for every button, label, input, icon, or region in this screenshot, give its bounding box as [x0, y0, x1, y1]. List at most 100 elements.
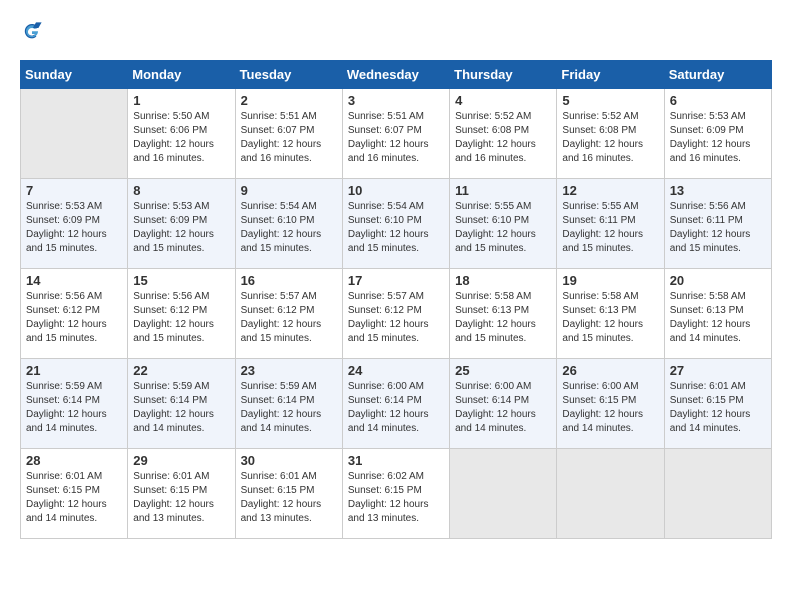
calendar-cell: 9 Sunrise: 5:54 AMSunset: 6:10 PMDaylight… — [235, 179, 342, 269]
day-number: 20 — [670, 273, 766, 288]
calendar-cell: 31 Sunrise: 6:02 AMSunset: 6:15 PMDayligh… — [342, 449, 449, 539]
calendar-cell: 30 Sunrise: 6:01 AMSunset: 6:15 PMDayligh… — [235, 449, 342, 539]
day-number: 27 — [670, 363, 766, 378]
calendar-cell — [557, 449, 664, 539]
weekday-header-thursday: Thursday — [450, 61, 557, 89]
calendar-cell: 5 Sunrise: 5:52 AMSunset: 6:08 PMDaylight… — [557, 89, 664, 179]
day-number: 28 — [26, 453, 122, 468]
day-info: Sunrise: 5:55 AMSunset: 6:10 PMDaylight:… — [455, 200, 551, 256]
day-number: 26 — [562, 363, 658, 378]
day-info: Sunrise: 6:00 AMSunset: 6:14 PMDaylight:… — [348, 380, 444, 436]
calendar-cell: 19 Sunrise: 5:58 AMSunset: 6:13 PMDayligh… — [557, 269, 664, 359]
day-number: 4 — [455, 93, 551, 108]
day-info: Sunrise: 5:53 AMSunset: 6:09 PMDaylight:… — [133, 200, 229, 256]
calendar-cell: 21 Sunrise: 5:59 AMSunset: 6:14 PMDayligh… — [21, 359, 128, 449]
calendar-cell: 1Sunrise: 5:50 AMSunset: 6:06 PMDaylight… — [128, 89, 235, 179]
day-number: 7 — [26, 183, 122, 198]
calendar-cell: 24 Sunrise: 6:00 AMSunset: 6:14 PMDayligh… — [342, 359, 449, 449]
day-info: Sunrise: 5:58 AMSunset: 6:13 PMDaylight:… — [455, 290, 551, 346]
calendar-cell: 15Sunrise: 5:56 AMSunset: 6:12 PMDayligh… — [128, 269, 235, 359]
day-number: 23 — [241, 363, 337, 378]
day-number: 5 — [562, 93, 658, 108]
day-info: Sunrise: 5:54 AMSunset: 6:10 PMDaylight:… — [348, 200, 444, 256]
calendar-cell: 26 Sunrise: 6:00 AMSunset: 6:15 PMDayligh… — [557, 359, 664, 449]
calendar-cell: 16 Sunrise: 5:57 AMSunset: 6:12 PMDayligh… — [235, 269, 342, 359]
calendar-cell — [21, 89, 128, 179]
calendar-cell: 8Sunrise: 5:53 AMSunset: 6:09 PMDaylight… — [128, 179, 235, 269]
day-info: Sunrise: 5:59 AMSunset: 6:14 PMDaylight:… — [133, 380, 229, 436]
day-info: Sunrise: 5:51 AMSunset: 6:07 PMDaylight:… — [348, 110, 444, 166]
day-info: Sunrise: 6:01 AMSunset: 6:15 PMDaylight:… — [241, 470, 337, 526]
calendar-cell: 25 Sunrise: 6:00 AMSunset: 6:14 PMDayligh… — [450, 359, 557, 449]
calendar-cell: 27 Sunrise: 6:01 AMSunset: 6:15 PMDayligh… — [664, 359, 771, 449]
day-info: Sunrise: 5:52 AMSunset: 6:08 PMDaylight:… — [455, 110, 551, 166]
weekday-header-sunday: Sunday — [21, 61, 128, 89]
day-number: 25 — [455, 363, 551, 378]
weekday-header-tuesday: Tuesday — [235, 61, 342, 89]
calendar-week-row: 7 Sunrise: 5:53 AMSunset: 6:09 PMDaylight… — [21, 179, 772, 269]
day-info: Sunrise: 6:01 AMSunset: 6:15 PMDaylight:… — [133, 470, 229, 526]
day-number: 3 — [348, 93, 444, 108]
day-info: Sunrise: 6:02 AMSunset: 6:15 PMDaylight:… — [348, 470, 444, 526]
day-info: Sunrise: 5:57 AMSunset: 6:12 PMDaylight:… — [241, 290, 337, 346]
day-info: Sunrise: 6:01 AMSunset: 6:15 PMDaylight:… — [26, 470, 122, 526]
day-number: 19 — [562, 273, 658, 288]
calendar-cell: 28 Sunrise: 6:01 AMSunset: 6:15 PMDayligh… — [21, 449, 128, 539]
calendar-cell: 3 Sunrise: 5:51 AMSunset: 6:07 PMDaylight… — [342, 89, 449, 179]
day-info: Sunrise: 5:56 AMSunset: 6:12 PMDaylight:… — [133, 290, 229, 346]
calendar-cell: 6 Sunrise: 5:53 AMSunset: 6:09 PMDaylight… — [664, 89, 771, 179]
day-info: Sunrise: 5:56 AMSunset: 6:11 PMDaylight:… — [670, 200, 766, 256]
day-number: 16 — [241, 273, 337, 288]
page-header — [20, 20, 772, 44]
day-number: 13 — [670, 183, 766, 198]
calendar-table: SundayMondayTuesdayWednesdayThursdayFrid… — [20, 60, 772, 539]
calendar-cell: 7 Sunrise: 5:53 AMSunset: 6:09 PMDaylight… — [21, 179, 128, 269]
day-number: 11 — [455, 183, 551, 198]
day-number: 14 — [26, 273, 122, 288]
day-info: Sunrise: 5:58 AMSunset: 6:13 PMDaylight:… — [562, 290, 658, 346]
calendar-cell: 10Sunrise: 5:54 AMSunset: 6:10 PMDayligh… — [342, 179, 449, 269]
calendar-cell: 14 Sunrise: 5:56 AMSunset: 6:12 PMDayligh… — [21, 269, 128, 359]
day-info: Sunrise: 6:01 AMSunset: 6:15 PMDaylight:… — [670, 380, 766, 436]
day-number: 18 — [455, 273, 551, 288]
day-info: Sunrise: 6:00 AMSunset: 6:14 PMDaylight:… — [455, 380, 551, 436]
day-info: Sunrise: 5:52 AMSunset: 6:08 PMDaylight:… — [562, 110, 658, 166]
calendar-cell — [664, 449, 771, 539]
logo-icon — [20, 20, 44, 44]
weekday-header-saturday: Saturday — [664, 61, 771, 89]
calendar-cell: 12 Sunrise: 5:55 AMSunset: 6:11 PMDayligh… — [557, 179, 664, 269]
day-number: 24 — [348, 363, 444, 378]
calendar-cell: 2 Sunrise: 5:51 AMSunset: 6:07 PMDaylight… — [235, 89, 342, 179]
day-info: Sunrise: 5:59 AMSunset: 6:14 PMDaylight:… — [26, 380, 122, 436]
day-info: Sunrise: 5:59 AMSunset: 6:14 PMDaylight:… — [241, 380, 337, 436]
calendar-week-row: 14 Sunrise: 5:56 AMSunset: 6:12 PMDayligh… — [21, 269, 772, 359]
day-number: 22 — [133, 363, 229, 378]
day-info: Sunrise: 5:51 AMSunset: 6:07 PMDaylight:… — [241, 110, 337, 166]
day-info: Sunrise: 5:53 AMSunset: 6:09 PMDaylight:… — [26, 200, 122, 256]
day-number: 1 — [133, 93, 229, 108]
logo — [20, 20, 48, 44]
day-info: Sunrise: 5:56 AMSunset: 6:12 PMDaylight:… — [26, 290, 122, 346]
calendar-cell — [450, 449, 557, 539]
day-info: Sunrise: 5:58 AMSunset: 6:13 PMDaylight:… — [670, 290, 766, 346]
day-number: 31 — [348, 453, 444, 468]
day-number: 2 — [241, 93, 337, 108]
day-info: Sunrise: 6:00 AMSunset: 6:15 PMDaylight:… — [562, 380, 658, 436]
day-number: 17 — [348, 273, 444, 288]
day-number: 29 — [133, 453, 229, 468]
day-number: 30 — [241, 453, 337, 468]
calendar-cell: 22 Sunrise: 5:59 AMSunset: 6:14 PMDayligh… — [128, 359, 235, 449]
day-info: Sunrise: 5:54 AMSunset: 6:10 PMDaylight:… — [241, 200, 337, 256]
weekday-header-wednesday: Wednesday — [342, 61, 449, 89]
day-number: 9 — [241, 183, 337, 198]
day-number: 12 — [562, 183, 658, 198]
weekday-header-monday: Monday — [128, 61, 235, 89]
day-number: 21 — [26, 363, 122, 378]
weekday-header-friday: Friday — [557, 61, 664, 89]
calendar-week-row: 28 Sunrise: 6:01 AMSunset: 6:15 PMDayligh… — [21, 449, 772, 539]
day-info: Sunrise: 5:55 AMSunset: 6:11 PMDaylight:… — [562, 200, 658, 256]
day-info: Sunrise: 5:53 AMSunset: 6:09 PMDaylight:… — [670, 110, 766, 166]
day-number: 6 — [670, 93, 766, 108]
day-info: Sunrise: 5:57 AMSunset: 6:12 PMDaylight:… — [348, 290, 444, 346]
calendar-cell: 23 Sunrise: 5:59 AMSunset: 6:14 PMDayligh… — [235, 359, 342, 449]
